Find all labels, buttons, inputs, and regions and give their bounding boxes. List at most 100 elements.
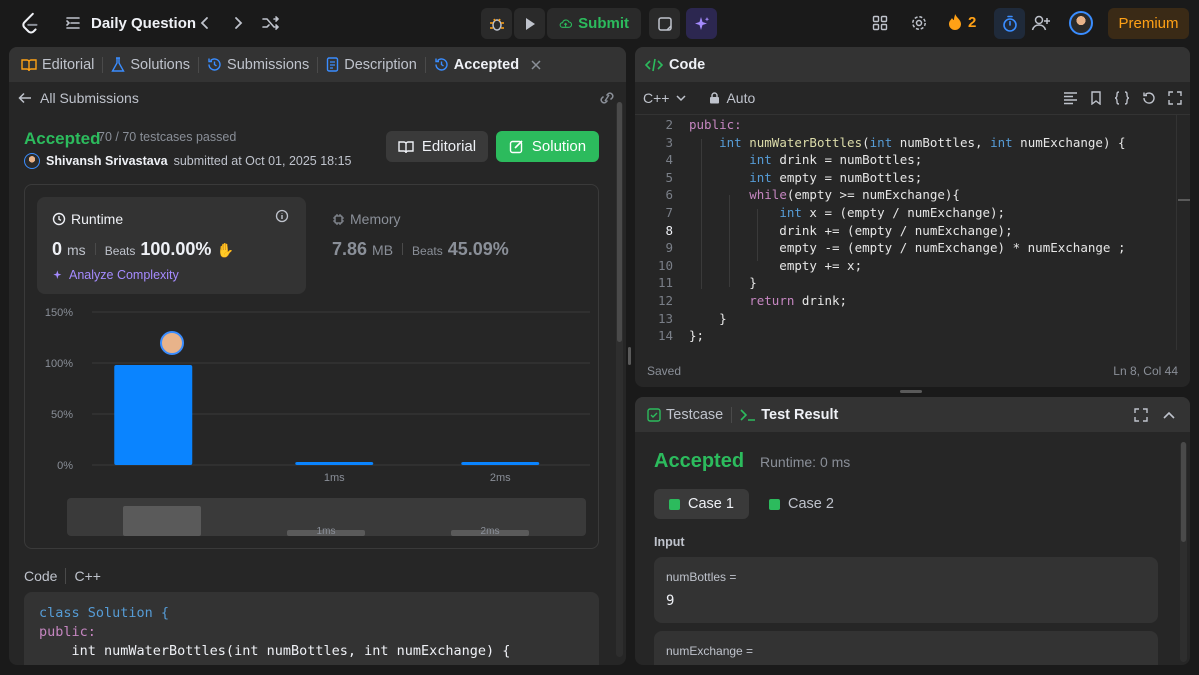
all-submissions-link[interactable]: All Submissions <box>18 90 139 106</box>
histogram-bar <box>295 461 374 465</box>
edit-icon <box>509 140 523 154</box>
submitted-code[interactable]: class Solution {public: int numWaterBott… <box>24 592 599 665</box>
clap-icon: ✋ <box>216 242 234 258</box>
tab-submissions[interactable]: Submissions <box>199 57 317 73</box>
y-tick-label: 50% <box>51 409 73 421</box>
submit-button[interactable]: Submit <box>547 8 641 39</box>
runtime-beats-label: Beats <box>104 244 136 258</box>
tab-accepted[interactable]: Accepted <box>426 57 550 73</box>
var-name: numBottles = <box>666 570 737 584</box>
run-button[interactable] <box>514 8 545 39</box>
chevron-up-icon[interactable] <box>1162 408 1176 422</box>
shuffle-icon[interactable] <box>260 12 282 34</box>
x-tick-label: 1ms <box>324 472 345 484</box>
editorial-button[interactable]: Editorial <box>386 131 488 162</box>
premium-button[interactable]: Premium <box>1108 8 1189 39</box>
y-tick-label: 0% <box>57 460 73 472</box>
memory-value: 7.86 <box>332 239 368 259</box>
input-var-box[interactable]: numBottles = 9 <box>654 557 1158 623</box>
tab-solutions[interactable]: Solutions <box>103 57 198 73</box>
next-chevron-icon[interactable] <box>227 12 249 34</box>
curly-braces-icon[interactable] <box>1114 91 1130 105</box>
code-line: int numWaterBottles(int numBottles, int … <box>39 643 511 659</box>
input-var-box[interactable]: numExchange = <box>654 631 1158 665</box>
expand-icon[interactable] <box>1134 407 1148 422</box>
bug-icon <box>489 18 504 31</box>
code-editor[interactable]: 2 public: 3 int numWaterBottles(int numBot… <box>635 115 1175 350</box>
expand-icon[interactable] <box>1168 91 1182 105</box>
line-number: 3 <box>665 134 673 150</box>
streak-count: 2 <box>968 13 977 31</box>
tab-editorial[interactable]: Editorial <box>13 57 102 73</box>
runtime-card[interactable]: Runtime 0 ms Beats 100.00% ✋ Analyze Com… <box>37 197 306 294</box>
left-scrollbar-thumb[interactable] <box>617 102 622 342</box>
line-number: 4 <box>665 152 673 168</box>
logo-icon[interactable] <box>20 12 42 34</box>
settings-gear-icon[interactable] <box>908 12 930 34</box>
memory-beats-label: Beats <box>412 244 443 258</box>
line-number: 8 <box>665 222 673 238</box>
timer-button[interactable] <box>994 8 1025 39</box>
navigator-label: 2ms <box>481 526 500 537</box>
tab-testcase[interactable]: Testcase <box>635 407 731 423</box>
code-line: }; <box>689 328 705 344</box>
streak-counter[interactable]: 2 <box>948 13 976 31</box>
testcases-passed: 70 / 70 testcases passed <box>98 130 237 144</box>
page-title[interactable]: Daily Question <box>91 15 196 32</box>
tab-test-result[interactable]: Test Result <box>732 407 846 423</box>
problem-list-icon[interactable] <box>64 14 82 32</box>
editor-minimap-scrollbar[interactable] <box>1176 115 1190 350</box>
auto-mode-toggle[interactable]: Auto <box>709 90 755 106</box>
code-brackets-icon <box>645 58 663 71</box>
reset-icon[interactable] <box>1142 91 1156 105</box>
debug-button[interactable] <box>481 8 512 39</box>
back-row: All Submissions <box>9 82 626 114</box>
cursor-position: Ln 8, Col 44 <box>1113 364 1178 378</box>
close-icon[interactable] <box>530 59 542 71</box>
solution-button[interactable]: Solution <box>496 131 599 162</box>
language-select[interactable]: C++ <box>643 90 687 106</box>
author-name[interactable]: Shivansh Srivastava <box>46 154 168 168</box>
result-scrollbar-thumb[interactable] <box>1181 442 1186 542</box>
line-number: 7 <box>665 205 673 220</box>
info-icon[interactable] <box>275 209 289 223</box>
memory-header[interactable]: Memory <box>332 211 401 227</box>
editor-toolbar: C++ Auto <box>635 82 1190 115</box>
result-panel-actions <box>1134 407 1190 422</box>
add-friend-icon[interactable] <box>1030 12 1052 34</box>
history-icon <box>208 58 221 71</box>
lock-icon <box>710 92 720 104</box>
line-number: 5 <box>665 169 673 185</box>
author-avatar[interactable] <box>24 153 40 169</box>
panel-resize-handle[interactable] <box>628 347 631 365</box>
indent-guide <box>701 139 702 289</box>
user-avatar[interactable] <box>1069 11 1093 35</box>
memory-beats-value: 45.09% <box>447 239 509 259</box>
panel-resize-handle[interactable] <box>900 390 922 393</box>
prev-chevron-icon[interactable] <box>194 12 216 34</box>
line-number: 13 <box>657 310 673 326</box>
saved-status: Saved <box>647 364 682 378</box>
share-link-icon[interactable] <box>598 91 616 105</box>
play-icon <box>525 17 535 30</box>
code-section-label: Code C++ <box>24 568 101 584</box>
ai-assistant-button[interactable] <box>686 8 717 39</box>
runtime-value: 0 <box>52 239 63 259</box>
book-icon <box>21 58 37 71</box>
format-lines-icon[interactable] <box>1063 91 1078 105</box>
runtime-unit: ms <box>67 242 86 258</box>
notes-button[interactable] <box>649 8 680 39</box>
runtime-distribution-chart[interactable]: 150% 100% 50% 0% 1ms 2ms 1ms 2ms <box>25 297 600 547</box>
layout-grid-icon[interactable] <box>869 12 891 34</box>
case-pass-icon <box>669 498 680 510</box>
indent-guide <box>757 209 758 261</box>
analyze-complexity-link[interactable]: Analyze Complexity <box>52 268 179 282</box>
result-tab-bar: Testcase Test Result <box>635 397 1190 432</box>
input-label: Input <box>654 535 685 549</box>
your-result-avatar <box>160 331 184 355</box>
bookmark-icon[interactable] <box>1090 91 1102 105</box>
code-line: public: <box>39 624 96 640</box>
case-2-tab[interactable]: Case 2 <box>754 489 849 519</box>
case-1-tab[interactable]: Case 1 <box>654 489 749 519</box>
tab-description[interactable]: Description <box>318 57 425 73</box>
